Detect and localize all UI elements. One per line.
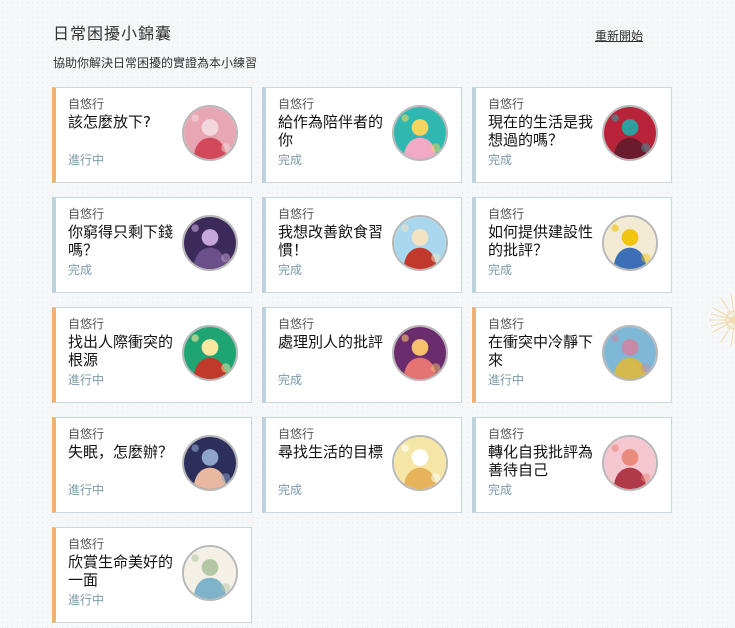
- card-title: 該怎麼放下?: [68, 113, 151, 131]
- exercise-card[interactable]: 自悠行你窮得只剩下錢嗎？ 完成: [52, 197, 252, 293]
- card-author: 自悠行: [488, 427, 525, 441]
- page-title: 日常困擾小錦囊: [53, 24, 173, 43]
- card-status: 進行中: [68, 483, 105, 497]
- card-author: 自悠行: [278, 427, 315, 441]
- card-status: 完成: [278, 153, 303, 167]
- card-author: 自悠行: [278, 97, 315, 111]
- card-status: 進行中: [68, 373, 105, 387]
- card-author: 自悠行: [68, 207, 105, 221]
- card-title: 在衝突中冷靜下來: [488, 333, 594, 369]
- calm-down-illustration: [602, 325, 658, 381]
- card-title: 如何提供建設性的批評？: [488, 223, 594, 259]
- page-subtitle: 協助你解決日常困擾的實證為本小練習: [53, 56, 258, 70]
- card-author: 自悠行: [488, 207, 525, 221]
- sun-decoration-icon: [709, 293, 735, 347]
- card-author: 自悠行: [488, 97, 525, 111]
- exercise-grid: 自悠行 該怎麼放下? 進行中 自悠行 給作為陪伴者的你 完成 自悠行 現在的生活是我想過的嗎？…: [52, 87, 672, 623]
- card-status: 完成: [68, 263, 93, 277]
- card-author: 自悠行: [68, 537, 105, 551]
- exercise-card[interactable]: 自悠行我想改善飲食習慣！ 完成: [262, 197, 462, 293]
- exercise-card[interactable]: 自悠行現在的生活是我想過的嗎？ 完成: [472, 87, 672, 183]
- card-title: 你窮得只剩下錢嗎？: [68, 223, 174, 259]
- self-compassion-illustration: [602, 435, 658, 491]
- card-status: 完成: [488, 153, 513, 167]
- exercise-card[interactable]: 自悠行欣賞生命美好的一面進行中: [52, 527, 252, 623]
- card-title: 處理別人的批評: [278, 333, 384, 351]
- life-goal-illustration: [392, 435, 448, 491]
- restart-link[interactable]: 重新開始: [595, 27, 643, 44]
- card-status: 完成: [488, 483, 513, 497]
- insomnia-illustration: [182, 435, 238, 491]
- card-title: 欣賞生命美好的一面: [68, 553, 174, 589]
- card-title: 尋找生活的目標: [278, 443, 384, 461]
- card-title: 失眠，怎麼辦？: [68, 443, 174, 461]
- letting-go-illustration: [182, 105, 238, 161]
- exercise-card[interactable]: 自悠行該怎麼放下? 進行中: [52, 87, 252, 183]
- card-status: 完成: [278, 263, 303, 277]
- life-reflection-illustration: [602, 105, 658, 161]
- card-title: 給作為陪伴者的你: [278, 113, 384, 149]
- card-author: 自悠行: [278, 317, 315, 331]
- exercise-card[interactable]: 自悠行轉化自我批評為善待自己完成: [472, 417, 672, 513]
- card-title: 找出人際衝突的根源: [68, 333, 174, 369]
- exercise-card[interactable]: 自悠行失眠，怎麼辦？ 進行中: [52, 417, 252, 513]
- exercise-card[interactable]: 自悠行找出人際衝突的根源進行中: [52, 307, 252, 403]
- card-status: 進行中: [488, 373, 525, 387]
- card-status: 進行中: [68, 593, 105, 607]
- card-author: 自悠行: [278, 207, 315, 221]
- card-title: 現在的生活是我想過的嗎？: [488, 113, 594, 149]
- exercise-card[interactable]: 自悠行如何提供建設性的批評？ 完成: [472, 197, 672, 293]
- card-author: 自悠行: [68, 317, 105, 331]
- exercise-card[interactable]: 自悠行尋找生活的目標完成: [262, 417, 462, 513]
- exercise-card[interactable]: 自悠行給作為陪伴者的你完成: [262, 87, 462, 183]
- money-illustration: [182, 215, 238, 271]
- conflict-root-illustration: [182, 325, 238, 381]
- card-status: 完成: [488, 263, 513, 277]
- feedback-illustration: [602, 215, 658, 271]
- card-author: 自悠行: [488, 317, 525, 331]
- caregivers-illustration: [392, 105, 448, 161]
- card-title: 我想改善飲食習慣！: [278, 223, 384, 259]
- exercise-card[interactable]: 自悠行處理別人的批評完成: [262, 307, 462, 403]
- card-status: 完成: [278, 373, 303, 387]
- card-status: 完成: [278, 483, 303, 497]
- criticism-illustration: [392, 325, 448, 381]
- eating-habits-illustration: [392, 215, 448, 271]
- appreciation-illustration: [182, 545, 238, 601]
- exercise-card[interactable]: 自悠行在衝突中冷靜下來進行中: [472, 307, 672, 403]
- card-author: 自悠行: [68, 427, 105, 441]
- card-title: 轉化自我批評為善待自己: [488, 443, 594, 479]
- card-status: 進行中: [68, 153, 105, 167]
- card-author: 自悠行: [68, 97, 105, 111]
